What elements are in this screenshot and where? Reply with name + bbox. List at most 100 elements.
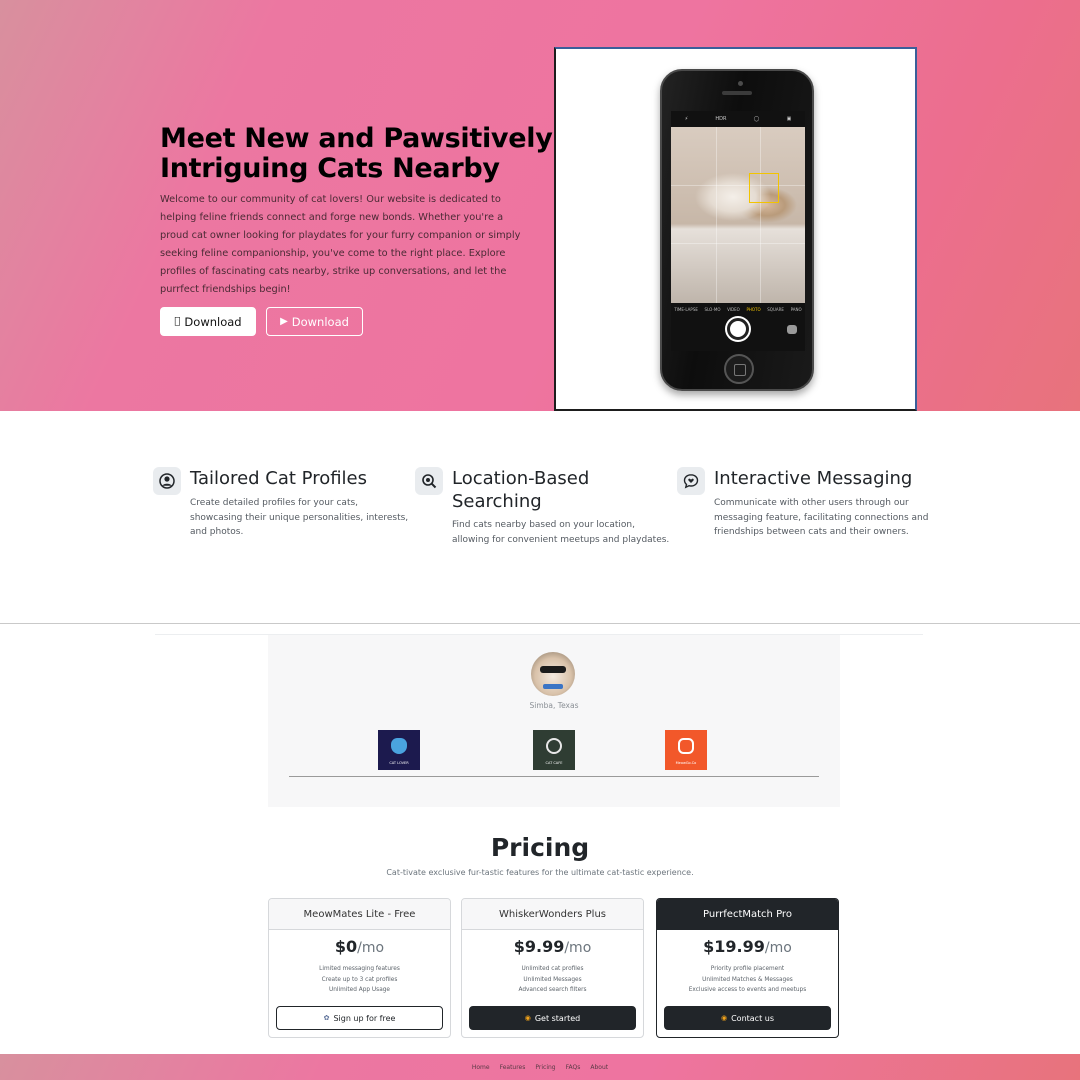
camera-icon: ▣: [786, 116, 792, 122]
footer-link-features[interactable]: Features: [500, 1064, 526, 1071]
logo-mark: [546, 738, 562, 754]
footer-link-faqs[interactable]: FAQs: [566, 1064, 581, 1071]
switch-camera-icon: [787, 325, 797, 334]
play-store-icon: ▶: [280, 316, 288, 327]
user-circle-icon: [153, 467, 181, 495]
testimonial-section: Simba, Texas CAT LOVER CAT CAFE MeowGo.C…: [268, 635, 840, 807]
grid-line: [671, 185, 805, 186]
plan-feature: Unlimited Matches & Messages: [702, 976, 793, 983]
feature-text: Find cats nearby based on your location,…: [452, 520, 670, 545]
logo-text: CAT LOVER: [389, 761, 409, 765]
cta-label: Sign up for free: [333, 1013, 396, 1023]
paw-icon: ✿: [323, 1014, 330, 1022]
flash-icon: ⚡: [684, 116, 689, 122]
partner-logo-cat-lover: CAT LOVER: [378, 730, 420, 770]
mode-slomo: SLO-MO: [704, 307, 721, 312]
plan-price: $0/mo: [269, 937, 450, 956]
plan-features: Priority profile placement Unlimited Mat…: [657, 964, 838, 996]
phone-image: ⚡ HDR ◯ ▣ TIME-LAPSE SLO-MO VIDEO PHOTO …: [554, 47, 917, 411]
mode-square: SQUARE: [767, 307, 784, 312]
hero-title: Meet New and Pawsitively Intriguing Cats…: [160, 123, 553, 184]
grid-line: [671, 243, 805, 244]
cat-icon: ◉: [524, 1014, 531, 1022]
sunglasses: [540, 666, 566, 673]
plan-feature: Limited messaging features: [319, 966, 400, 972]
partner-logo-cat-cafe: CAT CAFE: [533, 730, 575, 770]
section-divider: [0, 623, 1080, 624]
cta-label: Get started: [534, 1013, 581, 1023]
camera-modes: TIME-LAPSE SLO-MO VIDEO PHOTO SQUARE PAN…: [671, 307, 805, 312]
cta-label: Contact us: [731, 1013, 774, 1023]
download-apple-button[interactable]:  Download: [160, 307, 256, 336]
camera-topbar: ⚡ HDR ◯ ▣: [671, 111, 805, 127]
pricing-subtitle: Cat-tivate exclusive fur-tastic features…: [386, 868, 694, 877]
plan-price: $19.99/mo: [657, 937, 838, 956]
plan-name: MeowMates Lite - Free: [269, 899, 450, 930]
pricing-card-lite: MeowMates Lite - Free $0/mo Limited mess…: [268, 898, 451, 1038]
shutter-button: [727, 318, 749, 340]
feature-text: Communicate with other users through our…: [714, 498, 929, 537]
avatar: [531, 652, 575, 696]
search-location-icon: [415, 467, 443, 495]
download-play-button[interactable]: ▶ Download: [266, 307, 363, 336]
plan-feature: Unlimited Messages: [523, 976, 582, 983]
hdr-label: HDR: [715, 116, 727, 122]
plan-feature: Unlimited App Usage: [329, 987, 390, 993]
plan-feature: Create up to 3 cat profiles: [321, 976, 398, 983]
logo-text: MeowGo.Co: [675, 761, 697, 765]
phone-screen: ⚡ HDR ◯ ▣ TIME-LAPSE SLO-MO VIDEO PHOTO …: [671, 111, 805, 351]
pricing-card-plus: WhiskerWonders Plus $9.99/mo Unlimited c…: [461, 898, 644, 1038]
download-play-label: Download: [291, 314, 349, 329]
get-started-button[interactable]: ◉ Get started: [469, 1006, 636, 1030]
logo-text: CAT CAFE: [545, 761, 563, 765]
plan-price: $9.99/mo: [462, 937, 643, 956]
download-apple-label: Download: [181, 314, 241, 329]
price-amount: $9.99: [513, 937, 565, 956]
footer-link-pricing[interactable]: Pricing: [535, 1064, 555, 1071]
mode-pano: PANO: [790, 307, 802, 312]
footer-link-about[interactable]: About: [590, 1064, 608, 1071]
phone-speaker: [722, 91, 752, 95]
hero-section: Meet New and Pawsitively Intriguing Cats…: [0, 0, 1080, 411]
grid-line: [716, 127, 717, 303]
price-period: /mo: [357, 940, 385, 956]
feature-title: Interactive Messaging: [714, 468, 913, 489]
logo-mark: [391, 738, 407, 754]
message-heart-icon: [677, 467, 705, 495]
price-period: /mo: [764, 940, 792, 956]
apple-icon: : [174, 316, 180, 327]
collar: [543, 684, 563, 689]
pricing-title: Pricing: [490, 833, 590, 862]
contact-us-button[interactable]: ◉ Contact us: [664, 1006, 831, 1030]
footer-link-home[interactable]: Home: [472, 1064, 490, 1071]
plan-features: Unlimited cat profiles Unlimited Message…: [462, 964, 643, 996]
plan-name: WhiskerWonders Plus: [462, 899, 643, 930]
mode-photo: PHOTO: [746, 307, 761, 312]
timer-icon: ◯: [753, 116, 760, 122]
phone-device: ⚡ HDR ◯ ▣ TIME-LAPSE SLO-MO VIDEO PHOTO …: [660, 69, 814, 391]
cat-icon: ◉: [720, 1014, 728, 1022]
mode-timelapse: TIME-LAPSE: [674, 307, 698, 312]
pricing-card-pro: PurrfectMatch Pro $19.99/mo Priority pro…: [656, 898, 839, 1038]
plan-features: Limited messaging features Create up to …: [269, 964, 450, 996]
partner-logo-meowgo: MeowGo.Co: [665, 730, 707, 770]
focus-box: [749, 173, 779, 203]
sign-up-free-button[interactable]: ✿ Sign up for free: [276, 1006, 443, 1030]
plan-feature: Unlimited cat profiles: [521, 966, 584, 972]
testimonial-author: Simba, Texas: [529, 701, 579, 710]
feature-text: Create detailed profiles for your cats, …: [190, 498, 409, 537]
plan-feature: Exclusive access to events and meetups: [688, 987, 807, 993]
price-amount: $19.99: [703, 937, 765, 956]
mode-video: VIDEO: [727, 307, 740, 312]
feature-title: Location-Based Searching: [452, 468, 590, 512]
plan-feature: Advanced search filters: [518, 987, 587, 993]
footer: Home Features Pricing FAQs About: [0, 1054, 1080, 1080]
price-period: /mo: [564, 940, 592, 956]
logo-mark: [678, 738, 694, 754]
price-amount: $0: [334, 937, 358, 956]
cat-photo: [671, 127, 805, 303]
home-button: [724, 354, 754, 384]
feature-title: Tailored Cat Profiles: [190, 468, 368, 489]
grid-line: [760, 127, 761, 303]
plan-name: PurrfectMatch Pro: [657, 899, 838, 930]
